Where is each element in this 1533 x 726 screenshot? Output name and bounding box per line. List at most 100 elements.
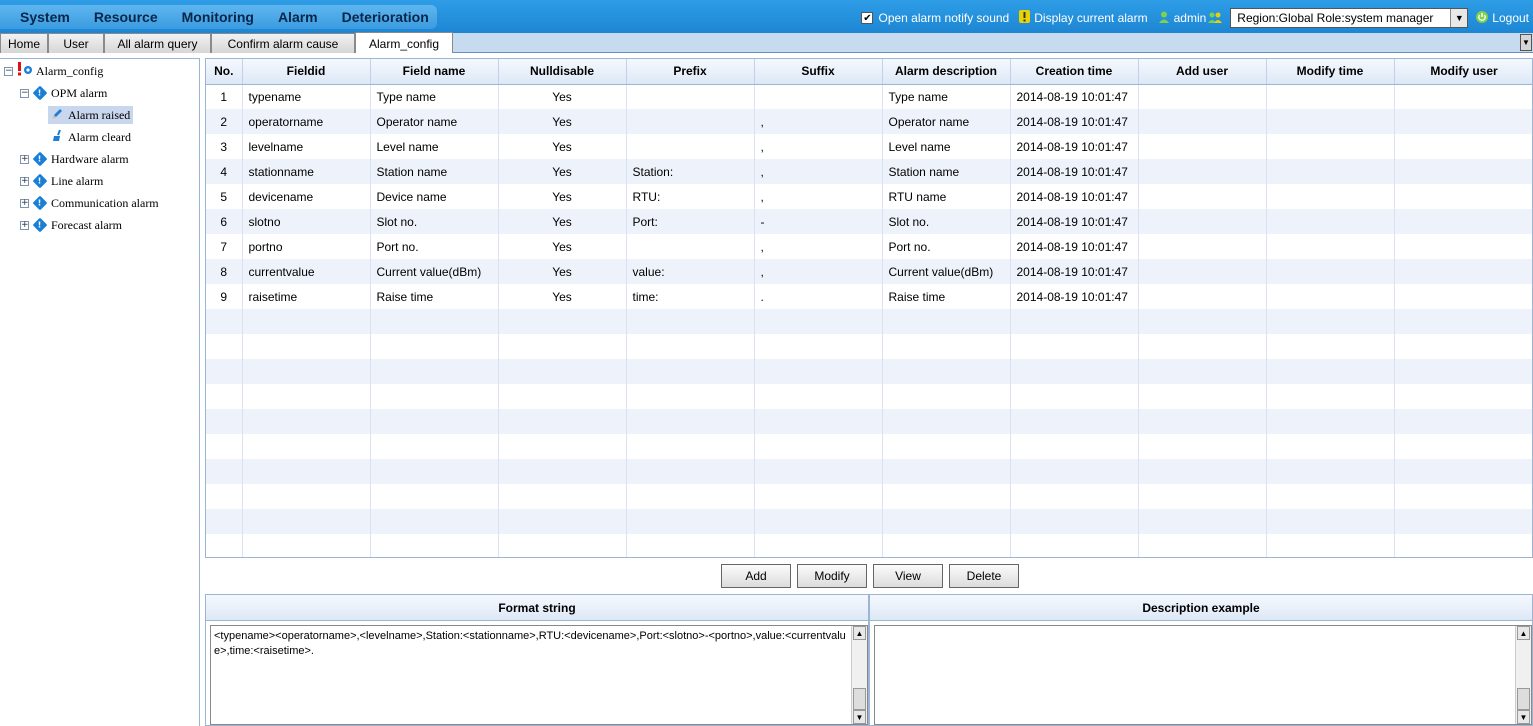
tab-menu-dropdown-icon[interactable]: ▼ [1520, 34, 1532, 51]
empty-table-row [206, 359, 1532, 384]
tree-node-opm-alarm[interactable]: − ! OPM alarm [20, 84, 107, 102]
description-example-scrollbar[interactable]: ▲ ▼ [1515, 626, 1531, 724]
cell-creation-time: 2014-08-19 10:01:47 [1010, 184, 1139, 209]
cell-alarm-description [882, 384, 1011, 409]
tab-confirm-alarm-cause[interactable]: Confirm alarm cause [211, 33, 355, 53]
cell-no: 9 [206, 284, 243, 309]
cell-alarm-description: Current value(dBm) [882, 259, 1011, 284]
tab-all-alarm-query[interactable]: All alarm query [104, 33, 211, 53]
chevron-down-icon[interactable]: ▼ [1450, 9, 1468, 27]
format-string-panel: Format string <typename><operatorname>,<… [205, 594, 869, 726]
cell-creation-time [1010, 459, 1139, 484]
cell-modify-time [1266, 209, 1395, 234]
table-row[interactable]: 1 typename Type name Yes Type name 2014-08-19… [206, 84, 1532, 109]
tab-user[interactable]: User [48, 33, 104, 53]
table-row[interactable]: 5 devicename Device name Yes RTU:, RTU name 20… [206, 184, 1532, 209]
expand-icon[interactable]: + [20, 198, 29, 208]
table-row[interactable]: 2 operatorname Operator name Yes, Operator n… [206, 109, 1532, 134]
cell-nulldisable: Yes [498, 134, 627, 159]
cell-no: 5 [206, 184, 243, 209]
user-name: admin [1173, 11, 1207, 25]
cell-nulldisable [498, 434, 627, 459]
tab-home[interactable]: Home [0, 33, 48, 53]
column-header-creation-time[interactable]: Creation time [1010, 59, 1139, 85]
menu-system[interactable]: System [8, 9, 82, 25]
cell-suffix [754, 534, 883, 557]
scroll-up-icon[interactable]: ▲ [1517, 626, 1530, 640]
delete-button[interactable]: Delete [949, 564, 1019, 588]
menu-alarm[interactable]: Alarm [266, 9, 330, 25]
add-button[interactable]: Add [721, 564, 791, 588]
cell-prefix [626, 509, 755, 534]
scroll-thumb[interactable] [1517, 688, 1530, 710]
region-role-select[interactable]: Region:Global Role:system manager ▼ [1230, 8, 1469, 28]
cell-alarm-description: RTU name [882, 184, 1011, 209]
notify-sound-checkbox[interactable]: ✔ [861, 12, 874, 24]
empty-table-row [206, 434, 1532, 459]
column-header-add-user[interactable]: Add user [1138, 59, 1267, 85]
menu-resource[interactable]: Resource [82, 9, 170, 25]
column-header-field-name[interactable]: Field name [370, 59, 499, 85]
cell-prefix [626, 434, 755, 459]
scroll-up-icon[interactable]: ▲ [853, 626, 866, 640]
modify-button[interactable]: Modify [797, 564, 867, 588]
tab-alarm-config[interactable]: Alarm_config [355, 32, 453, 53]
cell-prefix [626, 234, 755, 259]
tree-label-alarm-raised: Alarm raised [68, 107, 131, 122]
cell-fieldid: levelname [242, 134, 371, 159]
cell-suffix [754, 459, 883, 484]
cell-alarm-description [882, 309, 1011, 334]
logout-link[interactable]: Logout [1492, 11, 1529, 25]
column-header-fieldid[interactable]: Fieldid [242, 59, 371, 85]
display-current-alarm-link[interactable]: Display current alarm [1034, 11, 1147, 25]
cell-modify-time [1266, 409, 1395, 434]
tree-node-alarm-cleard[interactable]: Alarm cleard [51, 128, 131, 146]
format-string-textarea[interactable]: <typename><operatorname>,<levelname>,Sta… [210, 625, 868, 725]
table-row[interactable]: 9 raisetime Raise time Yes time:. Raise time 2… [206, 284, 1532, 309]
cell-modify-time [1266, 384, 1395, 409]
tree-label-forecast-alarm: Forecast alarm [51, 217, 122, 232]
collapse-icon[interactable]: − [4, 66, 13, 76]
format-string-scrollbar[interactable]: ▲ ▼ [851, 626, 867, 724]
tree-node-alarm-raised[interactable]: Alarm raised [48, 106, 134, 124]
scroll-down-icon[interactable]: ▼ [853, 710, 866, 724]
cell-fieldid: currentvalue [242, 259, 371, 284]
scroll-down-icon[interactable]: ▼ [1517, 710, 1530, 724]
collapse-icon[interactable]: − [20, 88, 29, 98]
cell-add-user [1138, 309, 1267, 334]
column-header-modify-time[interactable]: Modify time [1266, 59, 1395, 85]
cell-creation-time [1010, 534, 1139, 557]
cell-add-user [1138, 409, 1267, 434]
column-header-nulldisable[interactable]: Nulldisable [498, 59, 627, 85]
table-row[interactable]: 7 portno Port no. Yes, Port no. 2014-08-19 10… [206, 234, 1532, 259]
expand-icon[interactable]: + [20, 154, 29, 164]
table-row[interactable]: 8 currentvalue Current value(dBm) Yes value:… [206, 259, 1532, 284]
cell-field-name: Operator name [370, 109, 499, 134]
tree-node-forecast-alarm[interactable]: + ! Forecast alarm [20, 216, 122, 234]
tree-node-communication-alarm[interactable]: + ! Communication alarm [20, 194, 159, 212]
table-row[interactable]: 6 slotno Slot no. Yes Port: - Slot no. 2014-08-… [206, 209, 1532, 234]
column-header-prefix[interactable]: Prefix [626, 59, 755, 85]
cell-suffix [754, 434, 883, 459]
column-header-suffix[interactable]: Suffix [754, 59, 883, 85]
tree-node-alarm-config[interactable]: − Alarm_config [4, 62, 103, 80]
column-header-alarm-description[interactable]: Alarm description [882, 59, 1011, 85]
description-example-textarea[interactable]: ▲ ▼ [874, 625, 1532, 725]
expand-icon[interactable]: + [20, 220, 29, 230]
expand-icon[interactable]: + [20, 176, 29, 186]
notify-sound-label[interactable]: Open alarm notify sound [878, 11, 1009, 25]
table-row[interactable]: 4 stationname Station name Yes Station:, Stat… [206, 159, 1532, 184]
cell-alarm-description [882, 534, 1011, 557]
tree-node-hardware-alarm[interactable]: + ! Hardware alarm [20, 150, 129, 168]
cell-modify-user [1394, 159, 1532, 184]
cell-fieldid: typename [242, 84, 371, 109]
menu-deterioration[interactable]: Deterioration [330, 9, 441, 25]
menu-monitoring[interactable]: Monitoring [170, 9, 266, 25]
column-header-no[interactable]: No. [206, 59, 243, 85]
tree-node-line-alarm[interactable]: + ! Line alarm [20, 172, 103, 190]
table-row[interactable]: 3 levelname Level name Yes, Level name 2014-0… [206, 134, 1532, 159]
view-button[interactable]: View [873, 564, 943, 588]
column-header-modify-user[interactable]: Modify user [1394, 59, 1532, 85]
scroll-thumb[interactable] [853, 688, 866, 710]
cell-suffix: . [754, 284, 883, 309]
